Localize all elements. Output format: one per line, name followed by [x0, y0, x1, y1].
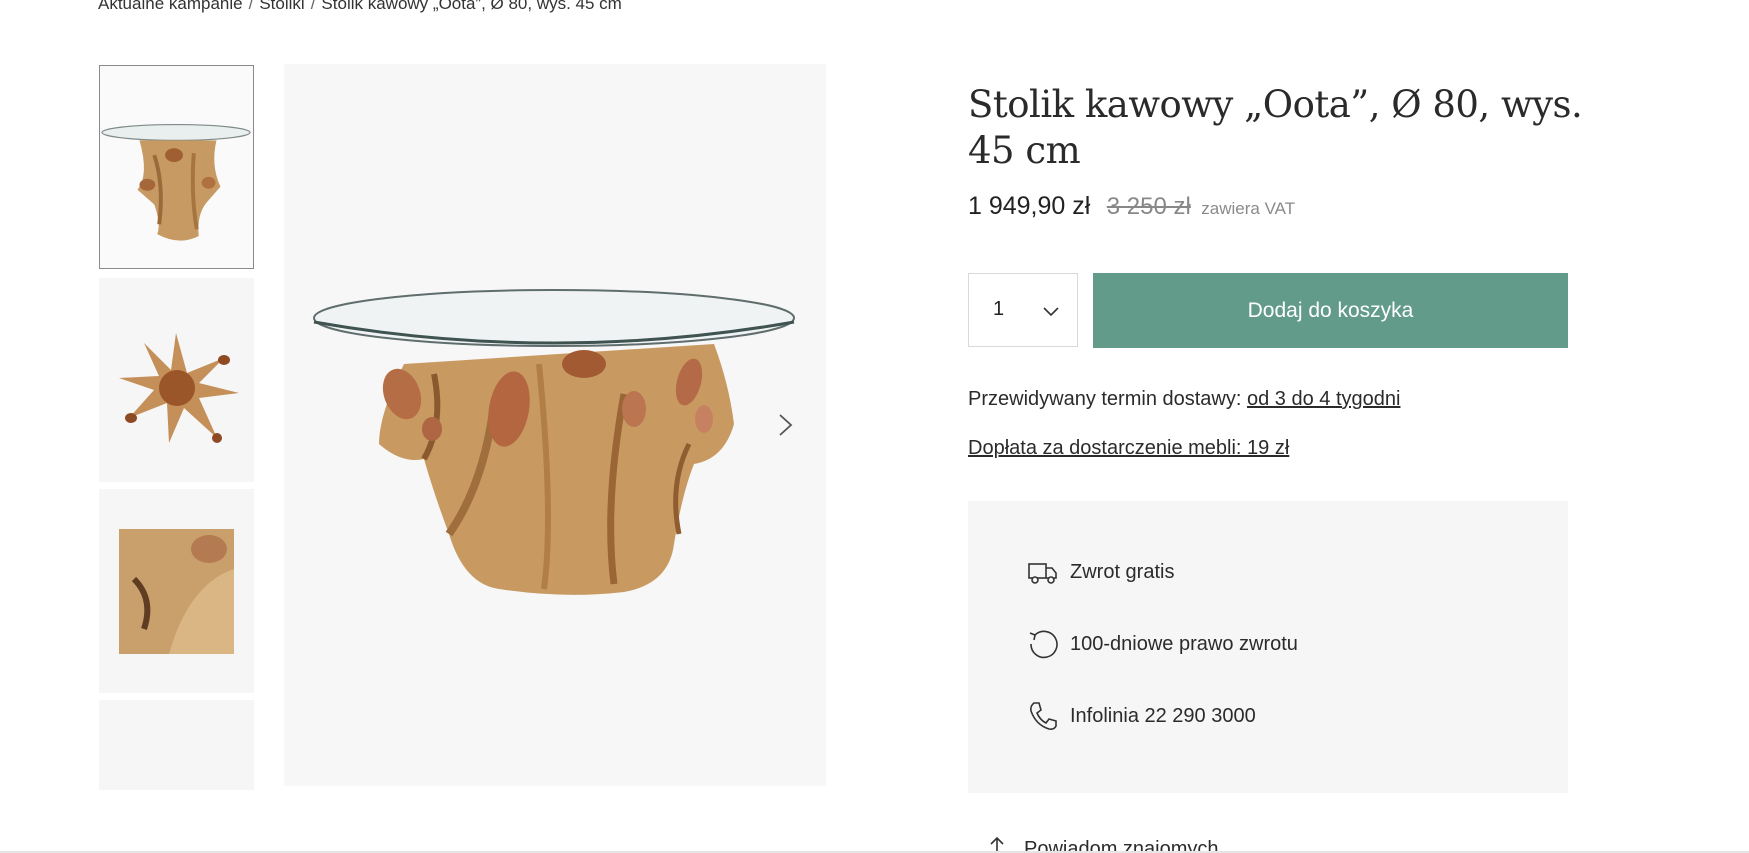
price-old: 3 250 zł — [1106, 193, 1191, 220]
quantity-value: 1 — [993, 298, 1005, 320]
main-product-image[interactable] — [284, 64, 826, 786]
service-label: Zwrot gratis — [1070, 560, 1175, 583]
truck-icon — [1026, 555, 1060, 589]
quantity-select[interactable]: 1 — [968, 273, 1078, 347]
thumbnail-2[interactable] — [99, 278, 254, 482]
breadcrumb-item-campaigns[interactable]: Aktualne kampanie — [98, 0, 243, 13]
service-free-return: Zwrot gratis — [1026, 555, 1174, 589]
price-row: 1 949,90 zł 3 250 zł zawiera VAT — [968, 192, 1295, 221]
delivery-surcharge-link[interactable]: Dopłata za dostarczenie mebli: 19 zł — [968, 437, 1289, 460]
next-image-chevron-icon[interactable] — [770, 410, 800, 440]
thumbnail-3[interactable] — [99, 489, 254, 693]
root-detail-thumbnail-image — [119, 529, 234, 654]
breadcrumb-item-tables[interactable]: Stoliki — [259, 0, 304, 13]
thumbnail-1[interactable] — [99, 65, 254, 269]
delivery-time-link[interactable]: od 3 do 4 tygodni — [1247, 388, 1400, 410]
root-top-thumbnail-image — [119, 333, 239, 443]
delivery-estimate: Przewidywany termin dostawy: od 3 do 4 t… — [968, 388, 1400, 411]
breadcrumb-separator: / — [310, 0, 316, 13]
product-page: Aktualne kampanie / Stoliki / Stolik kawowy … — [0, 0, 1749, 853]
price-current: 1 949,90 zł — [968, 192, 1091, 220]
service-label: 100-dniowe prawo zwrotu — [1070, 632, 1298, 655]
services-box: Zwrot gratis 100-dniowe prawo zwrotu Inf… — [968, 501, 1568, 793]
service-label: Infolinia 22 290 3000 — [1070, 704, 1256, 727]
breadcrumb-separator: / — [248, 0, 254, 13]
service-return-right: 100-dniowe prawo zwrotu — [1026, 627, 1298, 661]
thumbnail-4[interactable] — [99, 700, 254, 790]
chevron-down-icon — [1043, 307, 1059, 317]
return-arrow-icon — [1026, 627, 1060, 661]
product-title: Stolik kawowy „Oota”, Ø 80, wys. 45 cm — [968, 83, 1583, 172]
phone-icon — [1026, 699, 1060, 733]
add-to-cart-button[interactable]: Dodaj do koszyka — [1093, 273, 1568, 348]
delivery-label: Przewidywany termin dostawy: — [968, 388, 1242, 410]
coffee-table-image — [313, 289, 795, 595]
share-icon — [985, 836, 1009, 853]
service-hotline: Infolinia 22 290 3000 — [1026, 699, 1256, 733]
breadcrumb-item-current: Stolik kawowy „Oota”, Ø 80, wys. 45 cm — [321, 0, 622, 13]
table-thumbnail-image — [101, 123, 251, 241]
share-link[interactable]: Powiadom znajomych — [980, 832, 1219, 853]
breadcrumb: Aktualne kampanie / Stoliki / Stolik kawowy … — [98, 0, 622, 14]
price-vat-note: zawiera VAT — [1201, 199, 1296, 218]
